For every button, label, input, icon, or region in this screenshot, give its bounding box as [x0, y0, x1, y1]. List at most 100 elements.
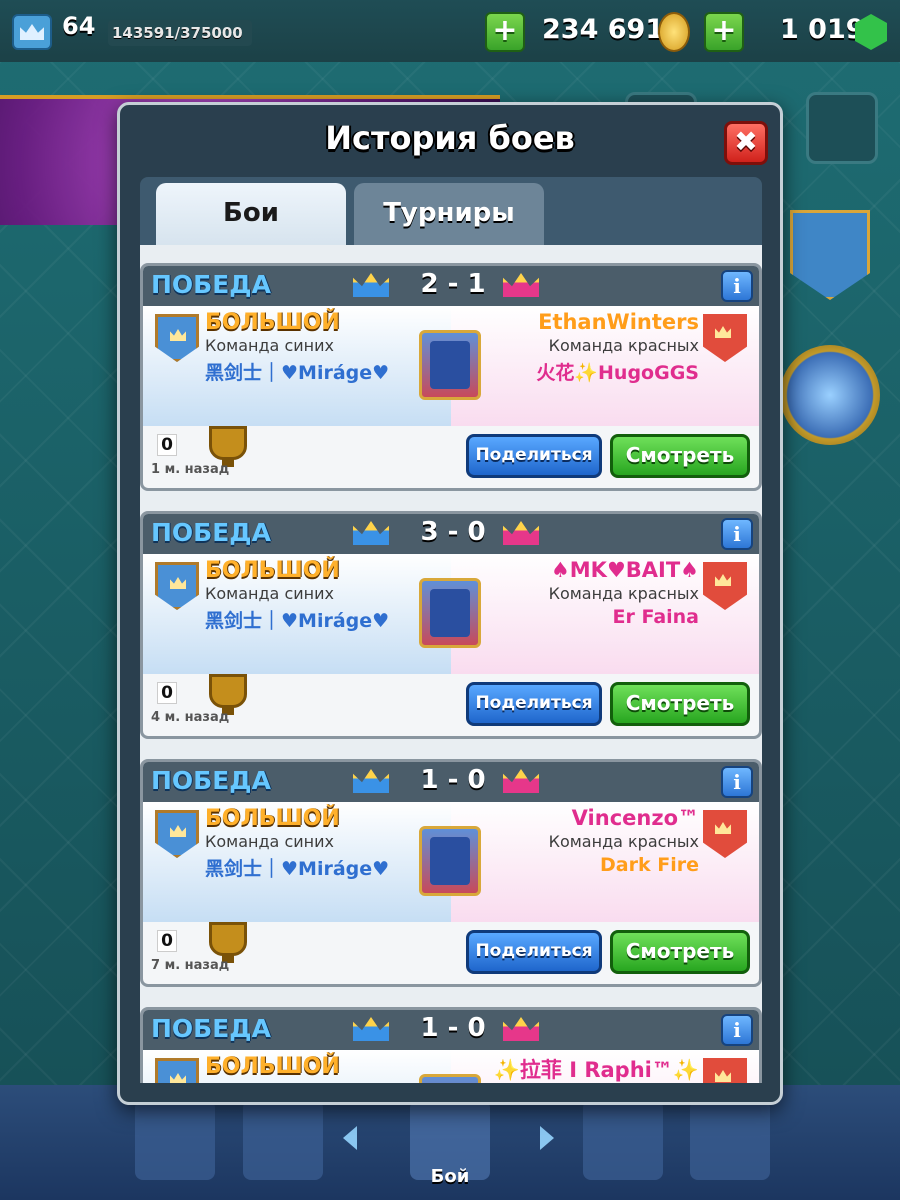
- add-gold-button[interactable]: +: [485, 12, 525, 52]
- blue-shield-crown-icon: [170, 825, 186, 837]
- red-shield-crown-icon: [715, 822, 731, 834]
- blue-team-shield-icon: [155, 1058, 199, 1083]
- battle-list[interactable]: ПОБЕДА 2 - 1 i БОЛЬШОЙ Команда синих 黑剑士…: [140, 245, 762, 1083]
- trophy-icon: [209, 922, 247, 963]
- blue-crown-icon: [353, 1017, 389, 1041]
- trophy-count: 0: [157, 930, 177, 952]
- battle-card: ПОБЕДА 3 - 0 i БОЛЬШОЙ Команда синих 黑剑士…: [140, 511, 762, 739]
- info-button[interactable]: i: [721, 1014, 753, 1046]
- arena-icon: [419, 578, 481, 648]
- battle-score: 1 - 0: [353, 765, 553, 799]
- blue-player-name[interactable]: 黑剑士｜♥Miráge♥: [205, 358, 389, 385]
- battle-card-header: ПОБЕДА 3 - 0 i: [143, 514, 759, 554]
- nav-next-arrow-icon[interactable]: [540, 1126, 554, 1150]
- battle-score: 2 - 1: [353, 269, 553, 303]
- nav-battle-label: Бой: [430, 1166, 470, 1187]
- xp-text: 143591/375000: [112, 24, 243, 42]
- red-crown-icon: [503, 769, 539, 793]
- battle-mode: БОЛЬШОЙ: [205, 1054, 340, 1079]
- add-gems-button[interactable]: +: [704, 12, 744, 52]
- red-crown-icon: [503, 1017, 539, 1041]
- opponent-name[interactable]: ♠MK♥BAIT♠: [551, 558, 699, 582]
- opponent-name[interactable]: Vincenzo™: [572, 806, 699, 830]
- arena-icon: [419, 826, 481, 896]
- battle-result: ПОБЕДА: [151, 1014, 271, 1043]
- watch-button[interactable]: Смотреть: [610, 682, 750, 726]
- blue-player-name[interactable]: 黑剑士｜♥Miráge♥: [205, 606, 389, 633]
- nav-prev-arrow-icon[interactable]: [343, 1126, 357, 1150]
- battle-score: 1 - 0: [353, 1013, 553, 1047]
- gold-coin-icon: [658, 12, 690, 52]
- battle-card-header: ПОБЕДА 1 - 0 i: [143, 1010, 759, 1050]
- info-button[interactable]: i: [721, 518, 753, 550]
- top-bar: 64 143591/375000 + 234 691 + 1 019: [0, 0, 900, 62]
- red-shield-crown-icon: [715, 574, 731, 586]
- share-button[interactable]: Поделиться: [466, 930, 602, 974]
- gems-amount: 1 019: [780, 14, 865, 45]
- menu-button[interactable]: [806, 92, 878, 164]
- nav-clan-icon[interactable]: [583, 1100, 663, 1180]
- tab-bar: Бои Турниры: [140, 177, 762, 247]
- share-button[interactable]: Поделиться: [466, 682, 602, 726]
- share-button[interactable]: Поделиться: [466, 434, 602, 478]
- opponent-name[interactable]: EthanWinters: [538, 310, 699, 334]
- blue-shield-crown-icon: [170, 329, 186, 341]
- battle-card: ПОБЕДА 2 - 1 i БОЛЬШОЙ Команда синих 黑剑士…: [140, 263, 762, 491]
- battle-mode: БОЛЬШОЙ: [205, 310, 340, 335]
- red-team-label: Команда красных: [548, 832, 699, 851]
- arena-image: [430, 341, 470, 389]
- nav-shop-icon[interactable]: [135, 1100, 215, 1180]
- score-text: 2 - 1: [420, 269, 486, 299]
- nav-events-icon[interactable]: [690, 1100, 770, 1180]
- trophy-icon: [209, 674, 247, 715]
- red-player-name[interactable]: 火花✨HugoGGS: [536, 358, 699, 385]
- battle-card: ПОБЕДА 1 - 0 i БОЛЬШОЙ Команда синих 黑剑士…: [140, 759, 762, 987]
- battle-time: 7 м. назад: [151, 958, 230, 973]
- watch-button[interactable]: Смотреть: [610, 434, 750, 478]
- battle-card-header: ПОБЕДА 2 - 1 i: [143, 266, 759, 306]
- battle-result: ПОБЕДА: [151, 518, 271, 547]
- battle-score: 3 - 0: [353, 517, 553, 551]
- red-shield-crown-icon: [715, 1070, 731, 1082]
- battle-result: ПОБЕДА: [151, 270, 271, 299]
- red-shield-crown-icon: [715, 326, 731, 338]
- trophy-icon: [209, 426, 247, 467]
- chest-orb-icon[interactable]: [780, 345, 880, 445]
- red-team-label: Команда красных: [548, 584, 699, 603]
- arena-icon: [419, 1074, 481, 1083]
- watch-button[interactable]: Смотреть: [610, 930, 750, 974]
- level-badge[interactable]: [12, 14, 52, 50]
- info-button[interactable]: i: [721, 270, 753, 302]
- level-crown-icon: [20, 24, 44, 40]
- battle-mode: БОЛЬШОЙ: [205, 806, 340, 831]
- close-button[interactable]: ✖: [724, 121, 768, 165]
- xp-bar: 143591/375000: [108, 20, 252, 46]
- blue-shield-crown-icon: [170, 1073, 186, 1083]
- blue-player-name[interactable]: 黑剑士｜♥Miráge♥: [205, 854, 389, 881]
- info-button[interactable]: i: [721, 766, 753, 798]
- tab-tournaments[interactable]: Турниры: [354, 183, 544, 247]
- battle-result: ПОБЕДА: [151, 766, 271, 795]
- red-player-name[interactable]: Dark Fire: [600, 854, 699, 876]
- nav-cards-icon[interactable]: [243, 1100, 323, 1180]
- battle-time: 1 м. назад: [151, 462, 230, 477]
- blue-crown-icon: [353, 273, 389, 297]
- red-team-shield-icon: [703, 1058, 747, 1083]
- battle-card: ПОБЕДА 1 - 0 i БОЛЬШОЙ ✨拉菲 I Raphi™✨: [140, 1007, 762, 1083]
- modal-title: История боев: [325, 119, 575, 157]
- blue-team-label: Команда синих: [205, 832, 334, 851]
- gold-amount: 234 691: [542, 14, 665, 45]
- arena-image: [430, 589, 470, 637]
- battle-mode: БОЛЬШОЙ: [205, 558, 340, 583]
- red-player-name[interactable]: Er Faina: [612, 606, 699, 628]
- arena-image: [430, 837, 470, 885]
- blue-team-label: Команда синих: [205, 584, 334, 603]
- opponent-name[interactable]: ✨拉菲 I Raphi™✨: [494, 1054, 699, 1083]
- score-text: 1 - 0: [420, 1013, 486, 1043]
- score-text: 3 - 0: [420, 517, 486, 547]
- clan-shield-icon[interactable]: [790, 210, 870, 300]
- trophy-count: 0: [157, 434, 177, 456]
- trophy-count: 0: [157, 682, 177, 704]
- red-crown-icon: [503, 521, 539, 545]
- tab-battles[interactable]: Бои: [156, 183, 346, 247]
